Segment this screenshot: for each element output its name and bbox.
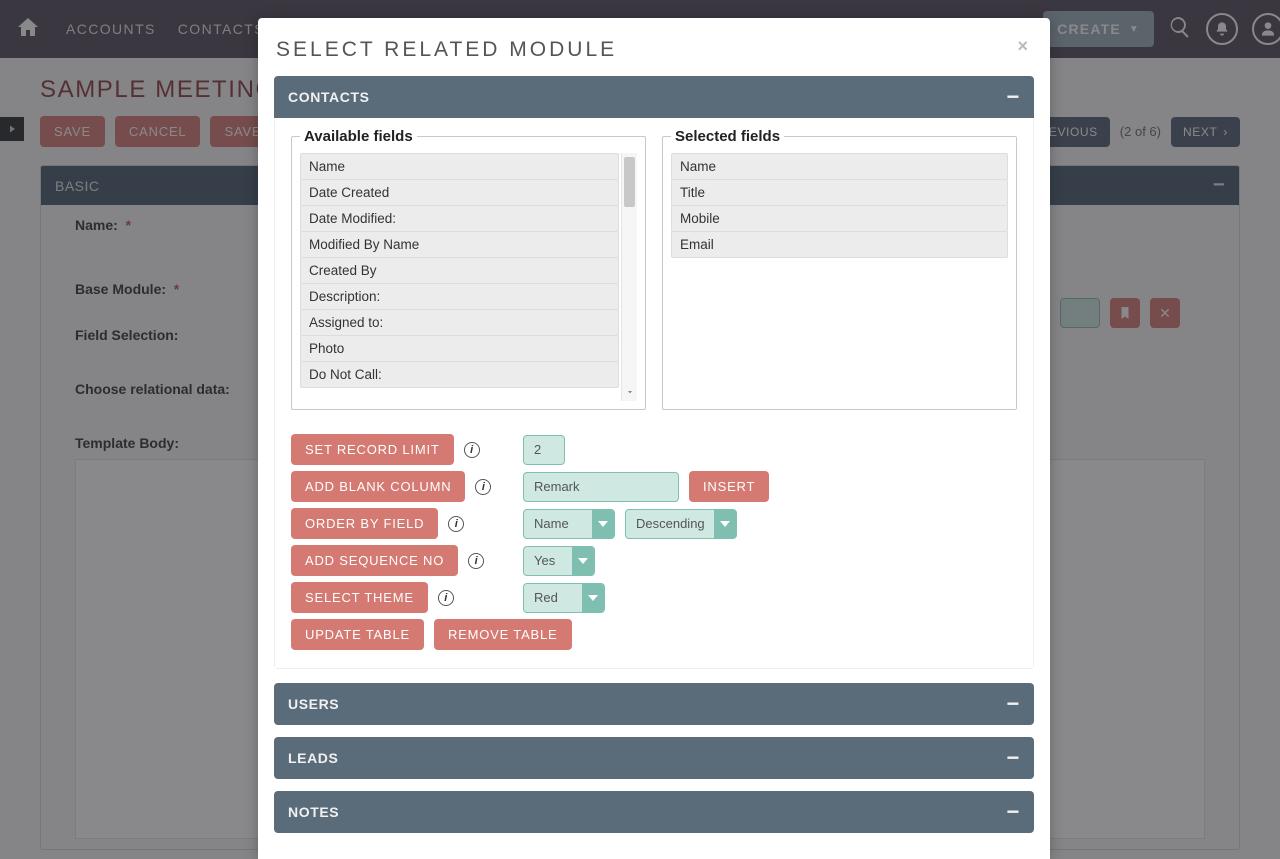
caret-down-icon xyxy=(578,558,588,564)
theme-select[interactable]: Red xyxy=(523,583,605,613)
accordion-title-contacts: CONTACTS xyxy=(288,89,370,105)
sequence-select[interactable]: Yes xyxy=(523,546,595,576)
accordion-title: LEADS xyxy=(288,750,338,766)
accordion-header-leads[interactable]: LEADS − xyxy=(274,737,1034,779)
available-fields-legend: Available fields xyxy=(300,128,417,145)
modal-title: SELECT RELATED MODULE xyxy=(276,38,1034,62)
sequence-value: Yes xyxy=(534,553,555,568)
info-icon[interactable]: i xyxy=(468,553,484,569)
accordion-contacts: CONTACTS − Available fields NameDate Cre… xyxy=(274,76,1034,669)
available-field-item[interactable]: Date Created xyxy=(300,179,619,206)
info-icon[interactable]: i xyxy=(448,516,464,532)
order-by-field-button[interactable]: ORDER BY FIELD xyxy=(291,508,438,539)
available-fields-box: Available fields NameDate CreatedDate Mo… xyxy=(291,128,646,410)
minus-icon: − xyxy=(1007,691,1020,717)
modal-close-icon[interactable]: × xyxy=(1017,36,1028,57)
select-theme-button[interactable]: SELECT THEME xyxy=(291,582,428,613)
available-field-item[interactable]: Name xyxy=(300,153,619,180)
accordion-title: NOTES xyxy=(288,804,339,820)
accordion-leads: LEADS − xyxy=(274,737,1034,779)
accordion-title: USERS xyxy=(288,696,339,712)
selected-fields-box: Selected fields NameTitleMobileEmail xyxy=(662,128,1017,410)
minus-icon: − xyxy=(1007,799,1020,825)
accordion-header-contacts[interactable]: CONTACTS − xyxy=(274,76,1034,118)
order-field-select[interactable]: Name xyxy=(523,509,615,539)
accordion-header-notes[interactable]: NOTES − xyxy=(274,791,1034,833)
order-dir-select[interactable]: Descending xyxy=(625,509,737,539)
add-sequence-button[interactable]: ADD SEQUENCE NO xyxy=(291,545,458,576)
set-record-limit-button[interactable]: SET RECORD LIMIT xyxy=(291,434,454,465)
selected-field-item[interactable]: Name xyxy=(671,153,1008,180)
available-field-item[interactable]: Date Modified: xyxy=(300,205,619,232)
caret-down-icon xyxy=(598,521,608,527)
selected-field-item[interactable]: Email xyxy=(671,231,1008,258)
selected-field-item[interactable]: Title xyxy=(671,179,1008,206)
minus-icon: − xyxy=(1007,745,1020,771)
insert-button[interactable]: INSERT xyxy=(689,471,769,502)
select-related-module-modal: × SELECT RELATED MODULE CONTACTS − Avail… xyxy=(258,18,1050,859)
available-field-item[interactable]: Created By xyxy=(300,257,619,284)
order-field-value: Name xyxy=(534,516,569,531)
available-field-item[interactable]: Description: xyxy=(300,283,619,310)
available-field-item[interactable]: Do Not Call: xyxy=(300,361,619,388)
selected-field-item[interactable]: Mobile xyxy=(671,205,1008,232)
theme-value: Red xyxy=(534,590,558,605)
accordion-notes: NOTES − xyxy=(274,791,1034,833)
scrollbar-thumb[interactable] xyxy=(624,157,635,207)
accordion-header-users[interactable]: USERS − xyxy=(274,683,1034,725)
add-blank-column-button[interactable]: ADD BLANK COLUMN xyxy=(291,471,465,502)
caret-down-icon xyxy=(588,595,598,601)
available-field-item[interactable]: Photo xyxy=(300,335,619,362)
record-limit-input[interactable] xyxy=(523,435,565,465)
available-field-item[interactable]: Assigned to: xyxy=(300,309,619,336)
scroll-down-icon[interactable] xyxy=(622,383,637,401)
blank-column-input[interactable] xyxy=(523,472,679,502)
scrollbar[interactable] xyxy=(621,153,637,401)
update-table-button[interactable]: UPDATE TABLE xyxy=(291,619,424,650)
minus-icon: − xyxy=(1007,84,1020,110)
selected-fields-legend: Selected fields xyxy=(671,128,784,145)
accordion-users: USERS − xyxy=(274,683,1034,725)
info-icon[interactable]: i xyxy=(438,590,454,606)
info-icon[interactable]: i xyxy=(464,442,480,458)
available-field-item[interactable]: Modified By Name xyxy=(300,231,619,258)
info-icon[interactable]: i xyxy=(475,479,491,495)
order-dir-value: Descending xyxy=(636,516,705,531)
remove-table-button[interactable]: REMOVE TABLE xyxy=(434,619,572,650)
caret-down-icon xyxy=(720,521,730,527)
